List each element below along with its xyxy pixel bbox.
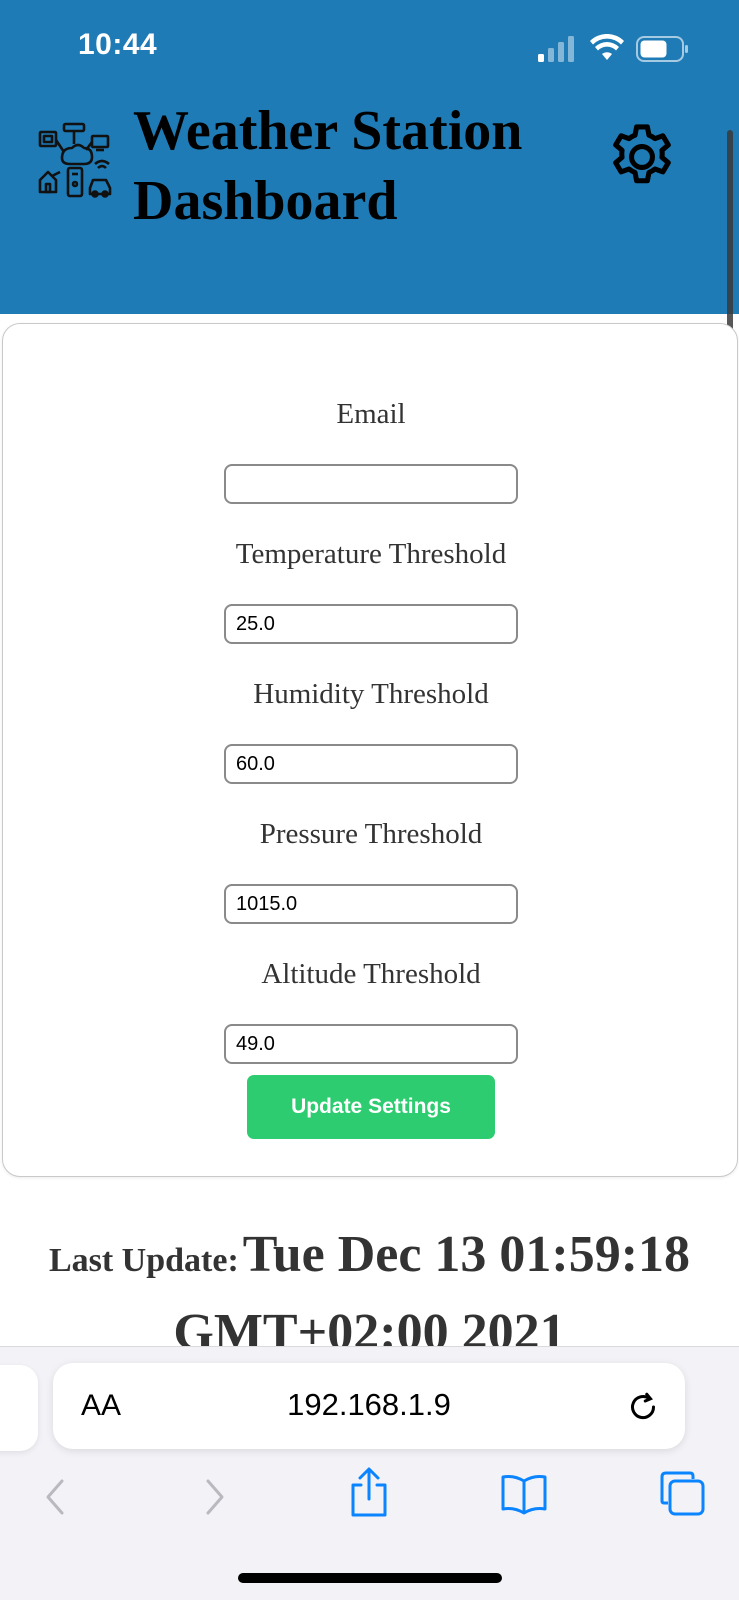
- altitude-threshold-field[interactable]: [224, 1024, 518, 1064]
- email-label: Email: [336, 398, 406, 430]
- browser-toolbar: AA 192.168.1.9: [0, 1346, 739, 1600]
- iot-devices-icon: [38, 122, 112, 198]
- battery-icon: [636, 36, 688, 62]
- back-icon[interactable]: [40, 1475, 70, 1519]
- last-update: Last Update: Tue Dec 13 01:59:18 GMT+02:…: [0, 1222, 739, 1366]
- temperature-threshold-field[interactable]: [224, 604, 518, 644]
- last-update-label: Last Update:: [48, 1242, 239, 1279]
- share-icon[interactable]: [348, 1467, 390, 1519]
- previous-tab-preview[interactable]: [0, 1365, 38, 1451]
- forward-icon[interactable]: [200, 1475, 230, 1519]
- update-settings-button[interactable]: Update Settings: [247, 1075, 495, 1139]
- page-title: Weather Station Dashboard: [133, 96, 573, 236]
- humidity-threshold-field[interactable]: [224, 744, 518, 784]
- altitude-threshold-label: Altitude Threshold: [261, 958, 481, 990]
- home-indicator[interactable]: [238, 1573, 502, 1583]
- page: 10:44 Weather Station Dashboard Email Te…: [0, 0, 739, 1600]
- temperature-threshold-label: Temperature Threshold: [235, 538, 507, 570]
- cellular-signal-icon: [538, 36, 574, 62]
- status-time: 10:44: [78, 28, 158, 61]
- last-update-value-line-1: Tue Dec 13 01:59:18: [242, 1226, 691, 1283]
- bookmarks-icon[interactable]: [500, 1473, 548, 1515]
- gear-icon[interactable]: [604, 117, 680, 197]
- title-line-1: Weather Station: [133, 100, 523, 162]
- pressure-threshold-field[interactable]: [224, 884, 518, 924]
- humidity-threshold-label: Humidity Threshold: [253, 678, 489, 710]
- title-line-2: Dashboard: [133, 170, 398, 232]
- tabs-icon[interactable]: [660, 1471, 706, 1517]
- email-field[interactable]: [224, 464, 518, 504]
- settings-card: Email Temperature Threshold Humidity Thr…: [2, 323, 738, 1177]
- header-bar: 10:44 Weather Station Dashboard: [0, 0, 739, 314]
- url-text[interactable]: 192.168.1.9: [53, 1387, 685, 1423]
- reload-icon[interactable]: [625, 1389, 661, 1425]
- address-bar[interactable]: AA 192.168.1.9: [53, 1363, 685, 1449]
- wifi-icon: [590, 34, 624, 60]
- pressure-threshold-label: Pressure Threshold: [259, 818, 483, 850]
